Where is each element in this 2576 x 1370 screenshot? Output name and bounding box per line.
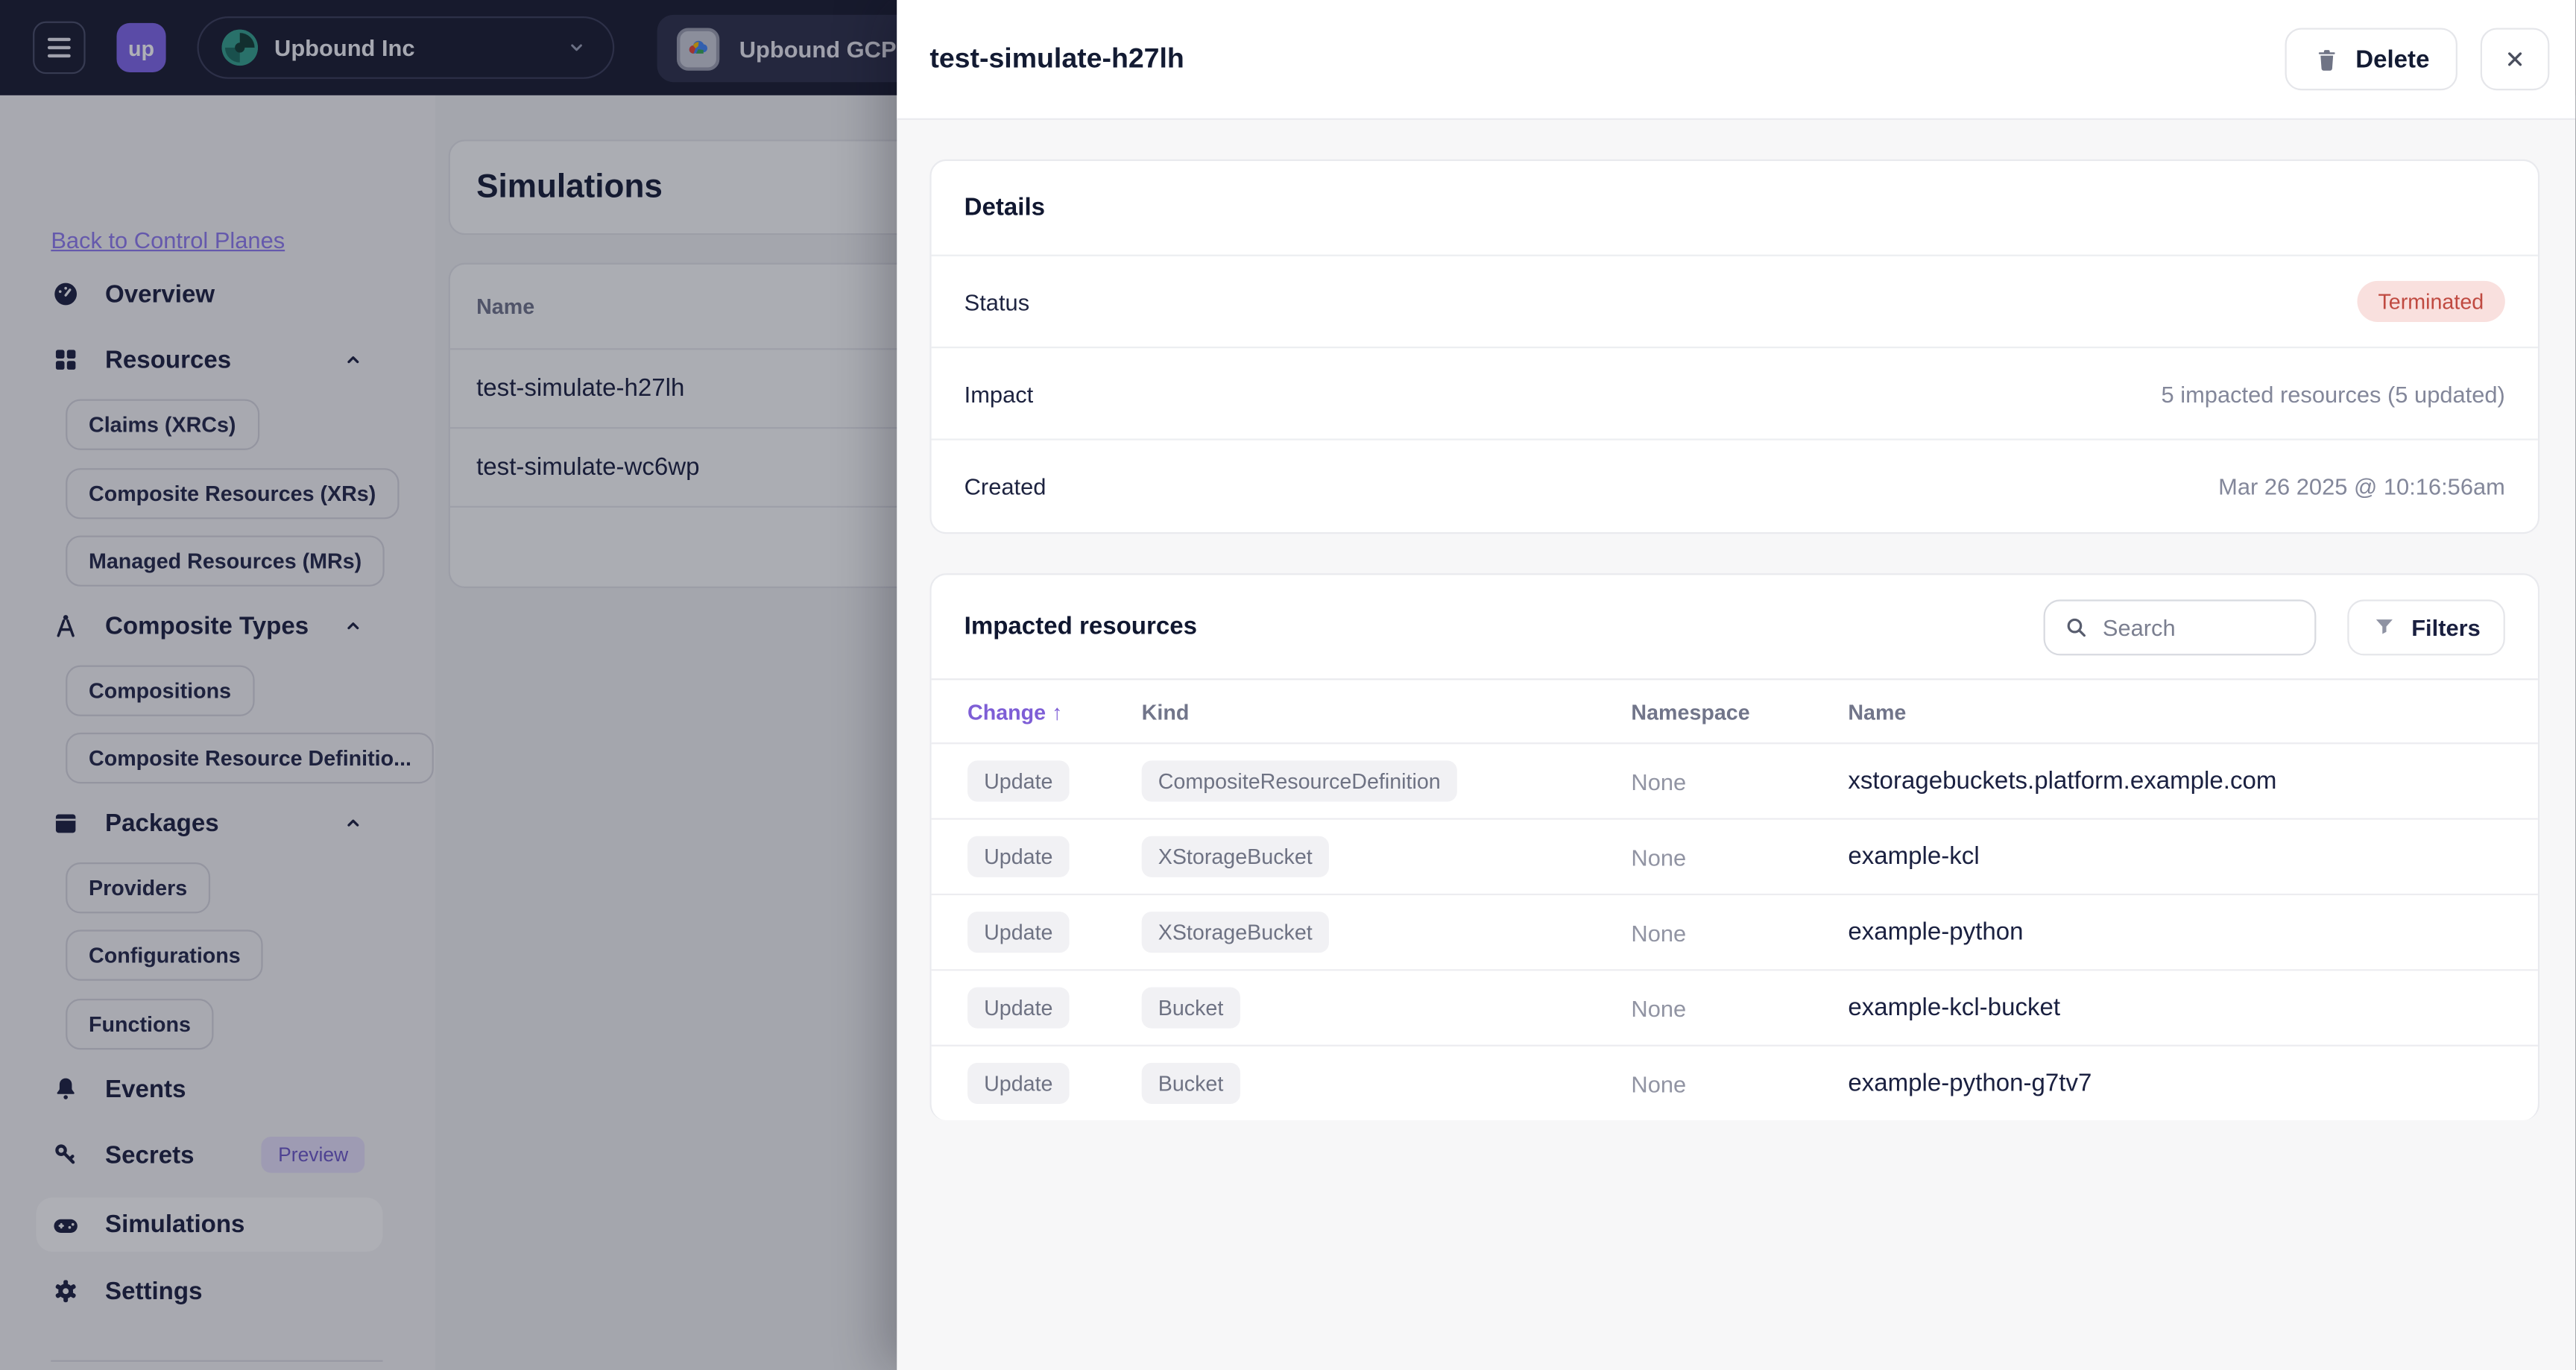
sort-ascending-icon: ↑ (1052, 698, 1063, 724)
name-cell: example-kcl-bucket (1848, 994, 2061, 1022)
status-label: Status (964, 288, 1030, 315)
drawer-header: test-simulate-h27lh Delete (897, 0, 2576, 120)
simulation-detail-drawer: test-simulate-h27lh Delete Details Statu… (897, 0, 2576, 1370)
kind-pill: XStorageBucket (1141, 836, 1329, 877)
namespace-cell: None (1631, 768, 1687, 795)
namespace-cell: None (1631, 919, 1687, 946)
details-heading: Details (931, 161, 2538, 256)
filter-funnel-icon (2372, 614, 2396, 639)
drawer-backdrop[interactable] (0, 0, 897, 1370)
name-cell: example-kcl (1848, 842, 1980, 871)
drawer-body: Details Status Terminated Impact 5 impac… (897, 120, 2575, 1121)
table-row: Update Bucket None example-python-g7tv7 (931, 1044, 2538, 1120)
close-icon (2501, 46, 2528, 72)
namespace-cell: None (1631, 1070, 1687, 1097)
app-window: up Upbound Inc Upbound GCP U Back to Con… (0, 0, 2576, 1370)
delete-button-label: Delete (2355, 45, 2430, 74)
table-row: Update CompositeResourceDefinition None … (931, 742, 2538, 818)
drawer-title: test-simulate-h27lh (929, 42, 1184, 75)
table-row: Update Bucket None example-kcl-bucket (931, 969, 2538, 1044)
change-pill: Update (967, 1062, 1070, 1104)
impacted-resources-header: Impacted resources Filters (932, 575, 2538, 678)
search-input[interactable] (2102, 613, 2296, 640)
filters-button[interactable]: Filters (2347, 599, 2505, 655)
kind-pill: CompositeResourceDefinition (1141, 760, 1457, 802)
status-badge: Terminated (2356, 280, 2505, 322)
namespace-cell: None (1631, 994, 1687, 1021)
delete-button[interactable]: Delete (2285, 28, 2457, 91)
name-cell: example-python-g7tv7 (1848, 1069, 2092, 1098)
table-header-row: Change ↑ Kind Namespace Name (932, 680, 2538, 742)
filters-button-label: Filters (2411, 613, 2481, 640)
change-pill: Update (967, 987, 1070, 1029)
column-header-name: Name (1848, 698, 1907, 724)
change-pill: Update (967, 760, 1070, 802)
status-row: Status Terminated (931, 256, 2538, 349)
impacted-resources-heading: Impacted resources (964, 613, 1198, 641)
name-cell: example-python (1848, 918, 2024, 947)
kind-pill: Bucket (1141, 987, 1240, 1029)
created-value: Mar 26 2025 @ 10:16:56am (2218, 473, 2505, 499)
change-pill: Update (967, 912, 1070, 953)
created-row: Created Mar 26 2025 @ 10:16:56am (932, 441, 2538, 532)
impact-row: Impact 5 impacted resources (5 updated) (931, 348, 2538, 441)
namespace-cell: None (1631, 843, 1687, 870)
impacted-resources-table: Change ↑ Kind Namespace Name Update Comp… (931, 678, 2538, 1120)
kind-pill: Bucket (1141, 1062, 1240, 1104)
impact-value: 5 impacted resources (5 updated) (2161, 380, 2505, 407)
close-drawer-button[interactable] (2480, 28, 2550, 91)
search-field[interactable] (2043, 599, 2317, 655)
column-header-namespace: Namespace (1631, 698, 1750, 724)
table-row: Update XStorageBucket None example-kcl (931, 818, 2538, 894)
column-header-change[interactable]: Change ↑ (932, 699, 1142, 724)
impacted-resources-card: Impacted resources Filters (929, 573, 2540, 1121)
impact-label: Impact (964, 380, 1034, 407)
kind-pill: XStorageBucket (1141, 912, 1329, 953)
created-label: Created (964, 473, 1046, 499)
name-cell: xstoragebuckets.platform.example.com (1848, 767, 2277, 795)
column-header-kind: Kind (1141, 698, 1190, 724)
table-row: Update XStorageBucket None example-pytho… (931, 893, 2538, 969)
change-pill: Update (967, 836, 1070, 877)
trash-icon (2313, 45, 2340, 73)
details-card: Details Status Terminated Impact 5 impac… (929, 159, 2540, 534)
search-icon (2063, 613, 2089, 640)
